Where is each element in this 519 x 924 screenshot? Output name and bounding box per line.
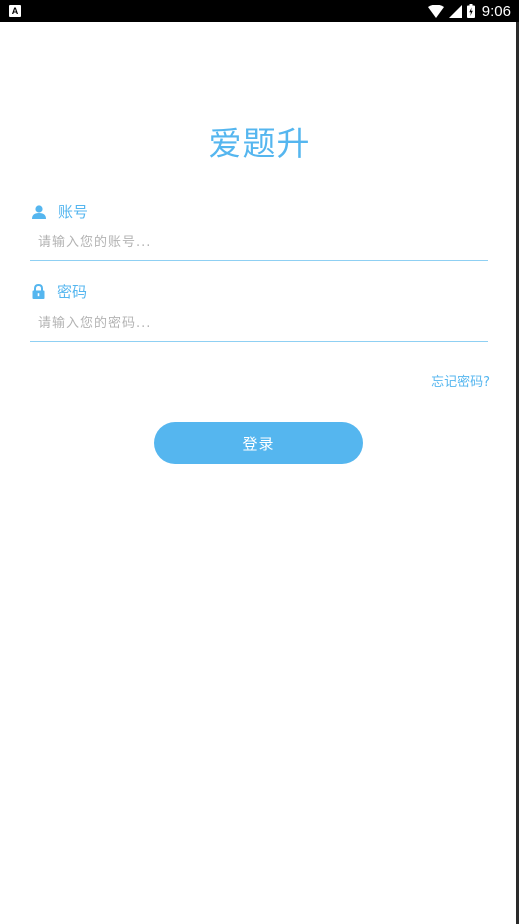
notification-icon: A [9, 5, 21, 17]
notification-icon-letter: A [11, 6, 19, 16]
status-icons: 9:06 [427, 0, 511, 22]
account-input[interactable] [30, 227, 488, 257]
status-time: 9:06 [481, 2, 511, 20]
password-underline [30, 341, 488, 342]
signal-icon [448, 4, 462, 18]
login-button[interactable]: 登录 [154, 422, 363, 464]
app-title: 爱题升 [208, 124, 311, 163]
status-bar: A 9:06 [0, 0, 519, 22]
password-label-row: 密码 [32, 281, 87, 302]
account-underline [30, 260, 488, 261]
wifi-icon [427, 4, 444, 18]
login-screen: 爱题升 账号 密码 忘记密码? 登录 [0, 22, 519, 924]
user-icon [32, 204, 46, 219]
forgot-password-link[interactable]: 忘记密码? [431, 371, 490, 390]
lock-icon [32, 284, 45, 299]
account-label-row: 账号 [32, 201, 88, 222]
password-label: 密码 [57, 283, 88, 301]
account-label: 账号 [58, 203, 89, 221]
password-input[interactable] [30, 308, 488, 338]
battery-icon [466, 4, 475, 18]
